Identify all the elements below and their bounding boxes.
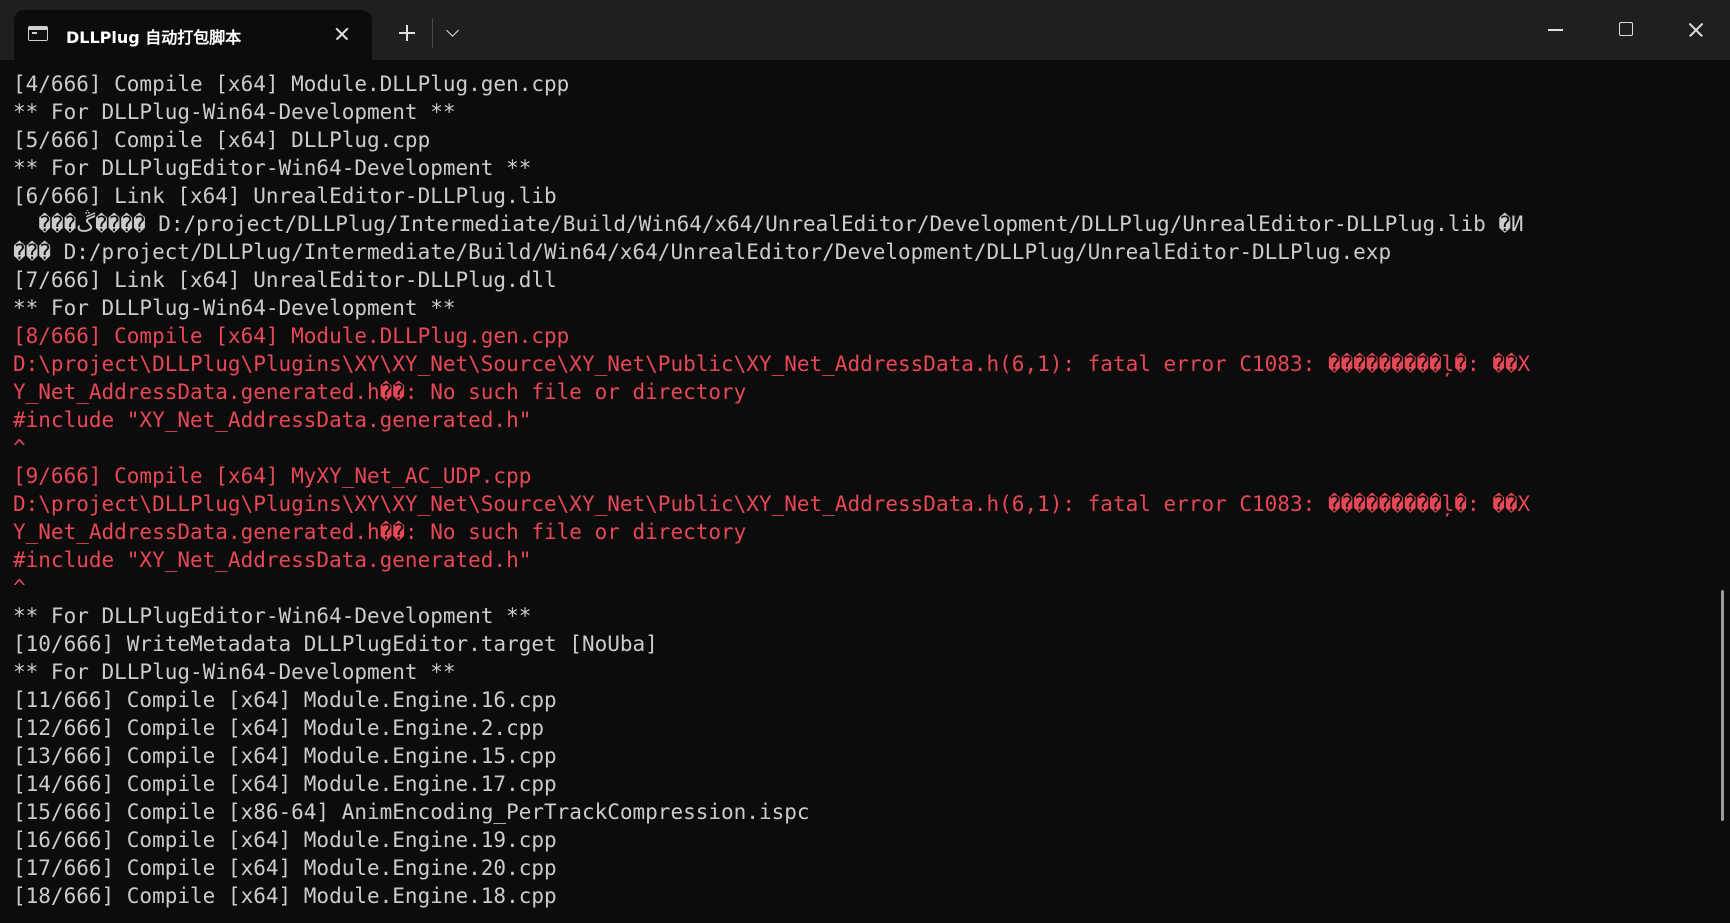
- console-line: ** For DLLPlugEditor-Win64-Development *…: [13, 156, 532, 180]
- console-line: [11/666] Compile [x64] Module.Engine.16.…: [13, 688, 557, 712]
- console-error-line: [9/666] Compile [x64] MyXY_Net_AC_UDP.cp…: [13, 464, 532, 488]
- console-line: [6/666] Link [x64] UnrealEditor-DLLPlug.…: [13, 184, 557, 208]
- console-line: ** For DLLPlug-Win64-Development **: [13, 296, 456, 320]
- console-line: ** For DLLPlugEditor-Win64-Development *…: [13, 604, 532, 628]
- maximize-button[interactable]: [1603, 10, 1649, 50]
- console-line: [10/666] WriteMetadata DLLPlugEditor.tar…: [13, 632, 658, 656]
- terminal-window: DLLPlug 自动打包脚本 [4/666] Compile [x64] Mod…: [0, 0, 1730, 923]
- tab-terminal[interactable]: DLLPlug 自动打包脚本: [14, 10, 372, 60]
- console-line: [18/666] Compile [x64] Module.Engine.18.…: [13, 884, 557, 908]
- console-error-line: ^: [13, 576, 26, 600]
- console-error-line: ^: [13, 436, 26, 460]
- console-line: ���ڴ���� D:/project/DLLPlug/Intermediate…: [13, 212, 1524, 236]
- title-bar: DLLPlug 自动打包脚本: [0, 0, 1730, 60]
- console-error-line: D:\project\DLLPlug\Plugins\XY\XY_Net\Sou…: [13, 492, 1531, 516]
- console-line: ** For DLLPlug-Win64-Development **: [13, 660, 456, 684]
- console-line: [13/666] Compile [x64] Module.Engine.15.…: [13, 744, 557, 768]
- console-line: [15/666] Compile [x86-64] AnimEncoding_P…: [13, 800, 810, 824]
- console-line: ** For DLLPlug-Win64-Development **: [13, 100, 456, 124]
- scrollbar-thumb[interactable]: [1721, 590, 1724, 821]
- tab-close-icon[interactable]: [329, 21, 355, 47]
- tab-divider: [432, 18, 433, 48]
- console-line: [7/666] Link [x64] UnrealEditor-DLLPlug.…: [13, 268, 557, 292]
- console-error-line: #include "XY_Net_AddressData.generated.h…: [13, 408, 532, 432]
- console-line: [14/666] Compile [x64] Module.Engine.17.…: [13, 772, 557, 796]
- console-line: [4/666] Compile [x64] Module.DLLPlug.gen…: [13, 72, 570, 96]
- console-line: [16/666] Compile [x64] Module.Engine.19.…: [13, 828, 557, 852]
- console-output[interactable]: [4/666] Compile [x64] Module.DLLPlug.gen…: [13, 70, 1703, 920]
- console-error-line: Y_Net_AddressData.generated.h��: No such…: [13, 520, 747, 544]
- minimize-button[interactable]: [1533, 10, 1579, 50]
- terminal-icon: [28, 26, 48, 41]
- console-line: ��� D:/project/DLLPlug/Intermediate/Buil…: [13, 240, 1392, 264]
- close-button[interactable]: [1673, 10, 1719, 50]
- console-error-line: #include "XY_Net_AddressData.generated.h…: [13, 548, 532, 572]
- chevron-down-icon[interactable]: [440, 20, 466, 46]
- console-line: [5/666] Compile [x64] DLLPlug.cpp: [13, 128, 431, 152]
- console-error-line: Y_Net_AddressData.generated.h��: No such…: [13, 380, 747, 404]
- new-tab-button[interactable]: [394, 20, 420, 46]
- console-line: [17/666] Compile [x64] Module.Engine.20.…: [13, 856, 557, 880]
- console-error-line: D:\project\DLLPlug\Plugins\XY\XY_Net\Sou…: [13, 352, 1531, 376]
- console-error-line: [8/666] Compile [x64] Module.DLLPlug.gen…: [13, 324, 570, 348]
- console-line: [12/666] Compile [x64] Module.Engine.2.c…: [13, 716, 545, 740]
- tab-title: DLLPlug 自动打包脚本: [66, 28, 242, 47]
